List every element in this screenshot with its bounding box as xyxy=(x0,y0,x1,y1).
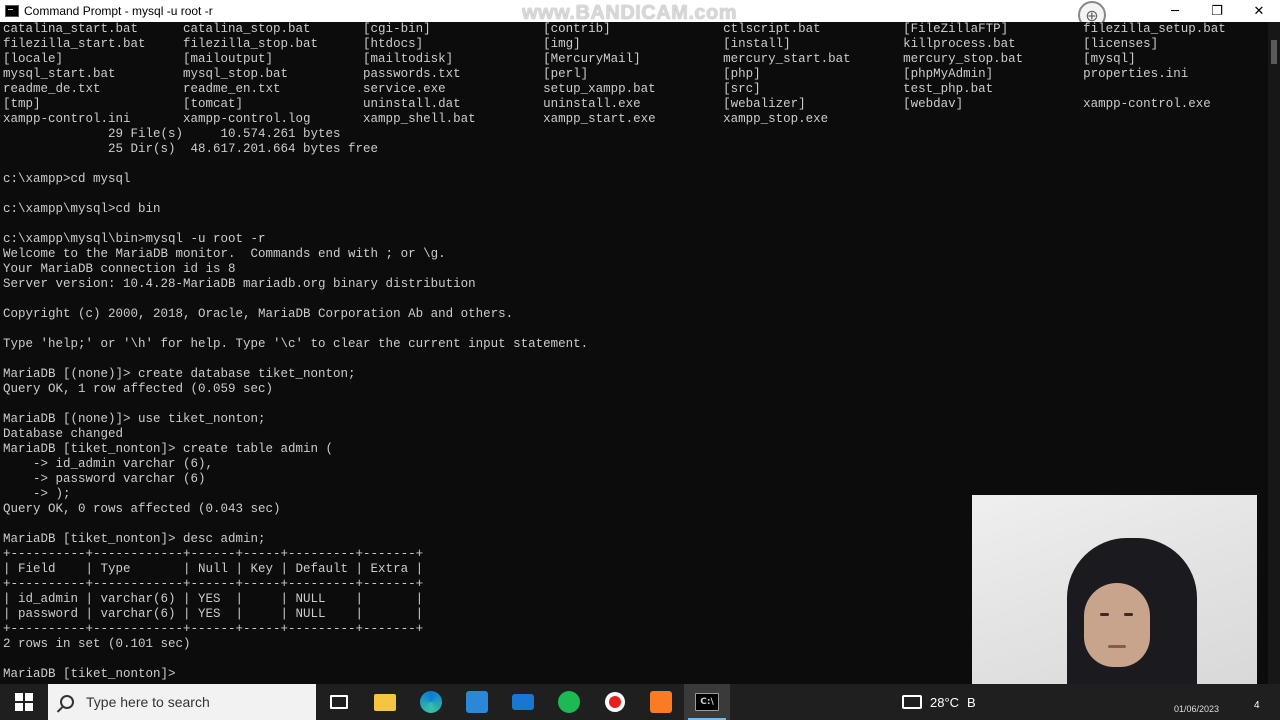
spotify-icon xyxy=(558,691,580,713)
search-placeholder: Type here to search xyxy=(86,694,210,710)
webcam-mouth xyxy=(1108,645,1126,648)
console-line: c:\xampp>cd mysql xyxy=(3,172,131,186)
webcam-eye-right xyxy=(1124,613,1133,616)
terminal-icon: C:\ xyxy=(695,693,719,711)
bandicam-button[interactable] xyxy=(592,684,638,720)
console-line: -> password varchar (6) xyxy=(3,472,206,486)
maximize-button[interactable]: ❐ xyxy=(1196,0,1238,22)
webcam-person-face xyxy=(1084,583,1150,667)
window-controls: ─ ❐ ✕ xyxy=(1154,0,1280,22)
system-tray: 28°C B 01/06/2023 4 xyxy=(896,684,1260,720)
console-line: -> id_admin varchar (6), xyxy=(3,457,214,471)
console-line: mysql_start.bat mysql_stop.bat passwords… xyxy=(3,67,1189,81)
console-line: Welcome to the MariaDB monitor. Commands… xyxy=(3,247,446,261)
title-bar: Command Prompt - mysql -u root -r www.BA… xyxy=(0,0,1280,29)
close-button[interactable]: ✕ xyxy=(1238,0,1280,22)
console-line: Query OK, 1 row affected (0.059 sec) xyxy=(3,382,274,396)
edge-browser-icon xyxy=(420,691,442,713)
console-line: MariaDB [(none)]> create database tiket_… xyxy=(3,367,356,381)
taskbar: Type here to search C:\ 28°C B 01/06/202… xyxy=(0,684,1280,720)
record-icon xyxy=(605,692,625,712)
console-line: MariaDB [tiket_nonton]> create table adm… xyxy=(3,442,334,456)
console-line: MariaDB [(none)]> use tiket_nonton; xyxy=(3,412,266,426)
minimize-button[interactable]: ─ xyxy=(1154,0,1196,22)
clock-date[interactable]: 01/06/2023 xyxy=(1174,704,1234,714)
search-icon xyxy=(60,695,74,709)
weather-letter: B xyxy=(967,694,976,710)
scrollbar-thumb[interactable] xyxy=(1271,40,1277,64)
console-line: catalina_start.bat catalina_stop.bat [cg… xyxy=(3,22,1226,36)
console-line: 29 File(s) 10.574.261 bytes xyxy=(3,127,341,141)
taskbar-search-box[interactable]: Type here to search xyxy=(48,684,316,720)
console-line: Database changed xyxy=(3,427,124,441)
console-line: Your MariaDB connection id is 8 xyxy=(3,262,236,276)
console-line: 25 Dir(s) 48.617.201.664 bytes free xyxy=(3,142,379,156)
console-line: [tmp] [tomcat] uninstall.dat uninstall.e… xyxy=(3,97,1211,111)
edge-button[interactable] xyxy=(408,684,454,720)
weather-icon[interactable] xyxy=(902,695,922,709)
console-line: c:\xampp\mysql\bin>mysql -u root -r xyxy=(3,232,266,246)
windows-logo-icon xyxy=(15,693,33,711)
command-prompt-taskbar-button[interactable]: C:\ xyxy=(684,684,730,720)
console-line: filezilla_start.bat filezilla_stop.bat [… xyxy=(3,37,1159,51)
file-explorer-button[interactable] xyxy=(362,684,408,720)
mail-button[interactable] xyxy=(500,684,546,720)
temperature-label[interactable]: 28°C xyxy=(930,695,959,710)
console-line: Type 'help;' or '\h' for help. Type '\c'… xyxy=(3,337,589,351)
store-button[interactable] xyxy=(454,684,500,720)
store-bag-icon xyxy=(466,691,488,713)
webcam-eye-left xyxy=(1100,613,1109,616)
vertical-scrollbar[interactable] xyxy=(1268,22,1280,684)
xampp-button[interactable] xyxy=(638,684,684,720)
start-button[interactable] xyxy=(0,684,48,720)
console-line: xampp-control.ini xampp-control.log xamp… xyxy=(3,112,829,126)
console-line: Server version: 10.4.28-MariaDB mariadb.… xyxy=(3,277,476,291)
folder-icon xyxy=(374,693,396,711)
console-line: [locale] [mailoutput] [mailtodisk] [Merc… xyxy=(3,52,1136,66)
console-line: c:\xampp\mysql>cd bin xyxy=(3,202,161,216)
console-line: readme_de.txt readme_en.txt service.exe … xyxy=(3,82,994,96)
task-view-button[interactable] xyxy=(316,684,362,720)
console-line: Copyright (c) 2000, 2018, Oracle, MariaD… xyxy=(3,307,514,321)
spotify-button[interactable] xyxy=(546,684,592,720)
notification-badge[interactable]: 4 xyxy=(1254,700,1260,711)
xampp-icon xyxy=(650,691,672,713)
cmd-app-icon xyxy=(5,5,19,17)
task-view-icon xyxy=(330,695,348,709)
mail-envelope-icon xyxy=(512,694,534,710)
